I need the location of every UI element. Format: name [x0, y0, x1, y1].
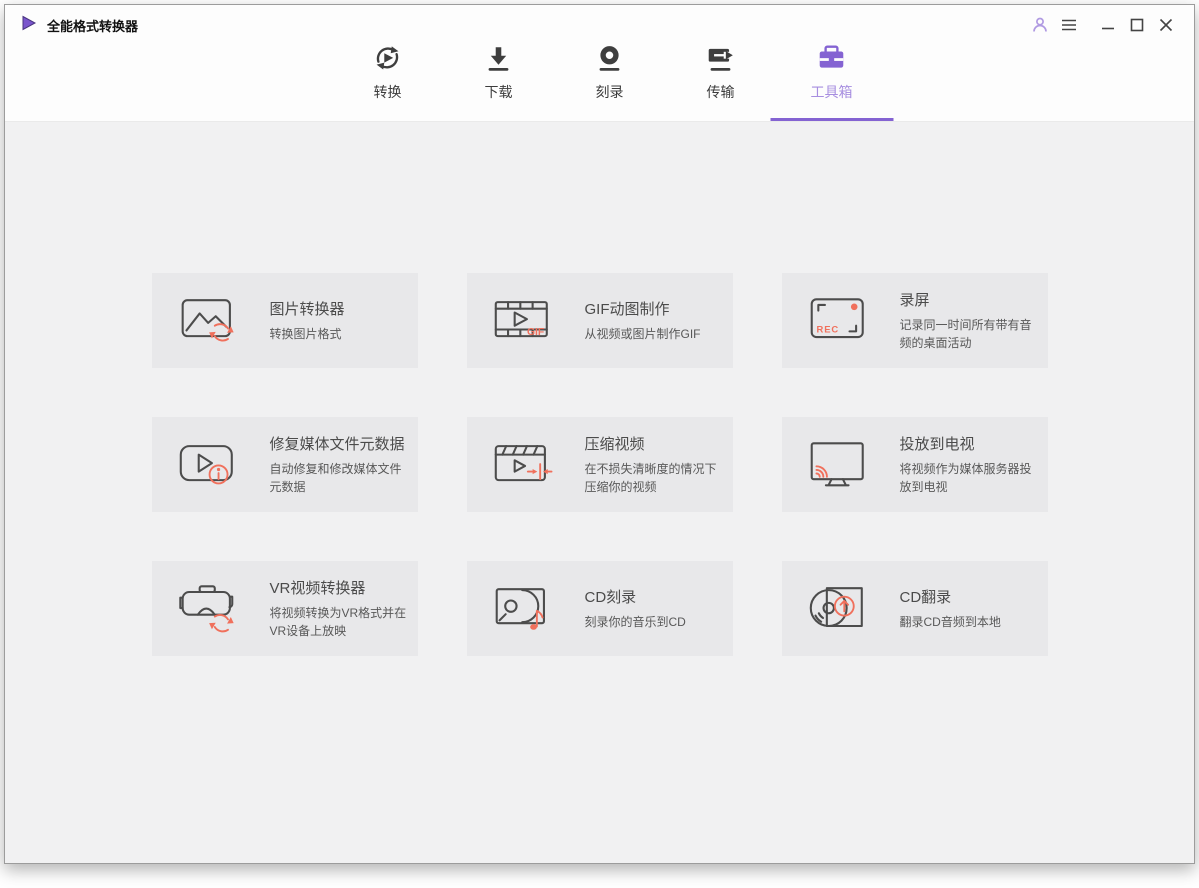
svg-text:REC: REC: [816, 324, 839, 335]
card-cast-to-tv[interactable]: 投放到电视 将视频作为媒体服务器投放到电视: [781, 417, 1048, 512]
user-icon[interactable]: [1028, 13, 1052, 37]
card-compress-video[interactable]: 压缩视频 在不损失清晰度的情况下压缩你的视频: [466, 417, 733, 512]
tab-download[interactable]: 下载: [443, 35, 554, 121]
cd-burn-icon: [467, 580, 585, 638]
card-title: 压缩视频: [584, 436, 645, 454]
convert-icon: [373, 43, 403, 75]
toolbox-grid: 图片转换器 转换图片格式 GIF GIF动图制作 从视频或图片制作GIF REC…: [151, 273, 1048, 656]
card-fix-metadata[interactable]: 修复媒体文件元数据 自动修复和修改媒体文件元数据: [151, 417, 418, 512]
tab-convert-label: 转换: [373, 84, 402, 100]
screen-record-icon: REC: [782, 292, 900, 350]
app-window: 全能格式转换器 转换 下载 刻录 传输 工具箱 图片转换器 转换图片格式 GIF…: [4, 4, 1195, 864]
tab-toolbox-label: 工具箱: [810, 84, 853, 100]
tab-convert[interactable]: 转换: [332, 35, 443, 121]
card-description: 在不损失清晰度的情况下压缩你的视频: [584, 462, 717, 494]
card-description: 刻录你的音乐到CD: [584, 614, 686, 629]
card-cd-burn[interactable]: CD刻录 刻录你的音乐到CD: [466, 561, 733, 656]
main-nav: 转换 下载 刻录 传输 工具箱: [332, 35, 893, 121]
card-screen-record[interactable]: REC 录屏 记录同一时间所有带有音频的桌面活动: [781, 273, 1048, 368]
compress-video-icon: [467, 436, 585, 494]
window-controls: [1028, 13, 1178, 37]
card-title: 图片转换器: [269, 300, 345, 318]
active-tab-indicator: [770, 118, 893, 121]
card-gif-maker[interactable]: GIF GIF动图制作 从视频或图片制作GIF: [466, 273, 733, 368]
svg-text:GIF: GIF: [526, 327, 543, 338]
titlebar: 全能格式转换器: [5, 5, 1194, 45]
card-description: 转换图片格式: [269, 326, 342, 341]
tab-download-label: 下载: [484, 84, 513, 100]
header: 全能格式转换器 转换 下载 刻录 传输 工具箱: [5, 5, 1194, 122]
minimize-icon[interactable]: [1096, 13, 1120, 37]
card-cd-rip[interactable]: CD翻录 翻录CD音频到本地: [781, 561, 1048, 656]
download-icon: [484, 43, 514, 75]
tab-burn-label: 刻录: [595, 84, 624, 100]
card-description: 翻录CD音频到本地: [899, 614, 1001, 629]
tab-burn[interactable]: 刻录: [554, 35, 665, 121]
card-description: 从视频或图片制作GIF: [584, 326, 701, 341]
cd-rip-icon: [782, 580, 900, 638]
vr-converter-icon: [152, 580, 270, 638]
card-description: 将视频转换为VR格式并在VR设备上放映: [269, 606, 407, 638]
tab-toolbox[interactable]: 工具箱: [770, 35, 893, 121]
image-converter-icon: [152, 292, 270, 350]
fix-metadata-icon: [152, 436, 270, 494]
app-logo-icon: [21, 15, 37, 36]
card-title: GIF动图制作: [584, 300, 670, 318]
card-title: CD翻录: [899, 588, 952, 606]
card-title: CD刻录: [584, 588, 637, 606]
card-image-converter[interactable]: 图片转换器 转换图片格式: [151, 273, 418, 368]
card-title: VR视频转换器: [269, 580, 366, 598]
card-description: 记录同一时间所有带有音频的桌面活动: [899, 318, 1032, 350]
card-vr-converter[interactable]: VR视频转换器 将视频转换为VR格式并在VR设备上放映: [151, 561, 418, 656]
menu-icon[interactable]: [1057, 13, 1081, 37]
card-title: 录屏: [899, 292, 930, 310]
card-title: 投放到电视: [899, 436, 975, 454]
gif-maker-icon: GIF: [467, 292, 585, 350]
maximize-icon[interactable]: [1125, 13, 1149, 37]
card-description: 自动修复和修改媒体文件元数据: [269, 462, 402, 494]
tab-transfer-label: 传输: [706, 84, 735, 100]
toolbox-icon: [817, 43, 847, 75]
burn-icon: [595, 43, 625, 75]
card-description: 将视频作为媒体服务器投放到电视: [899, 462, 1032, 494]
app-title: 全能格式转换器: [47, 18, 139, 34]
close-icon[interactable]: [1154, 13, 1178, 37]
card-title: 修复媒体文件元数据: [269, 436, 405, 454]
tab-transfer[interactable]: 传输: [665, 35, 776, 121]
cast-to-tv-icon: [782, 436, 900, 494]
transfer-icon: [706, 43, 736, 75]
